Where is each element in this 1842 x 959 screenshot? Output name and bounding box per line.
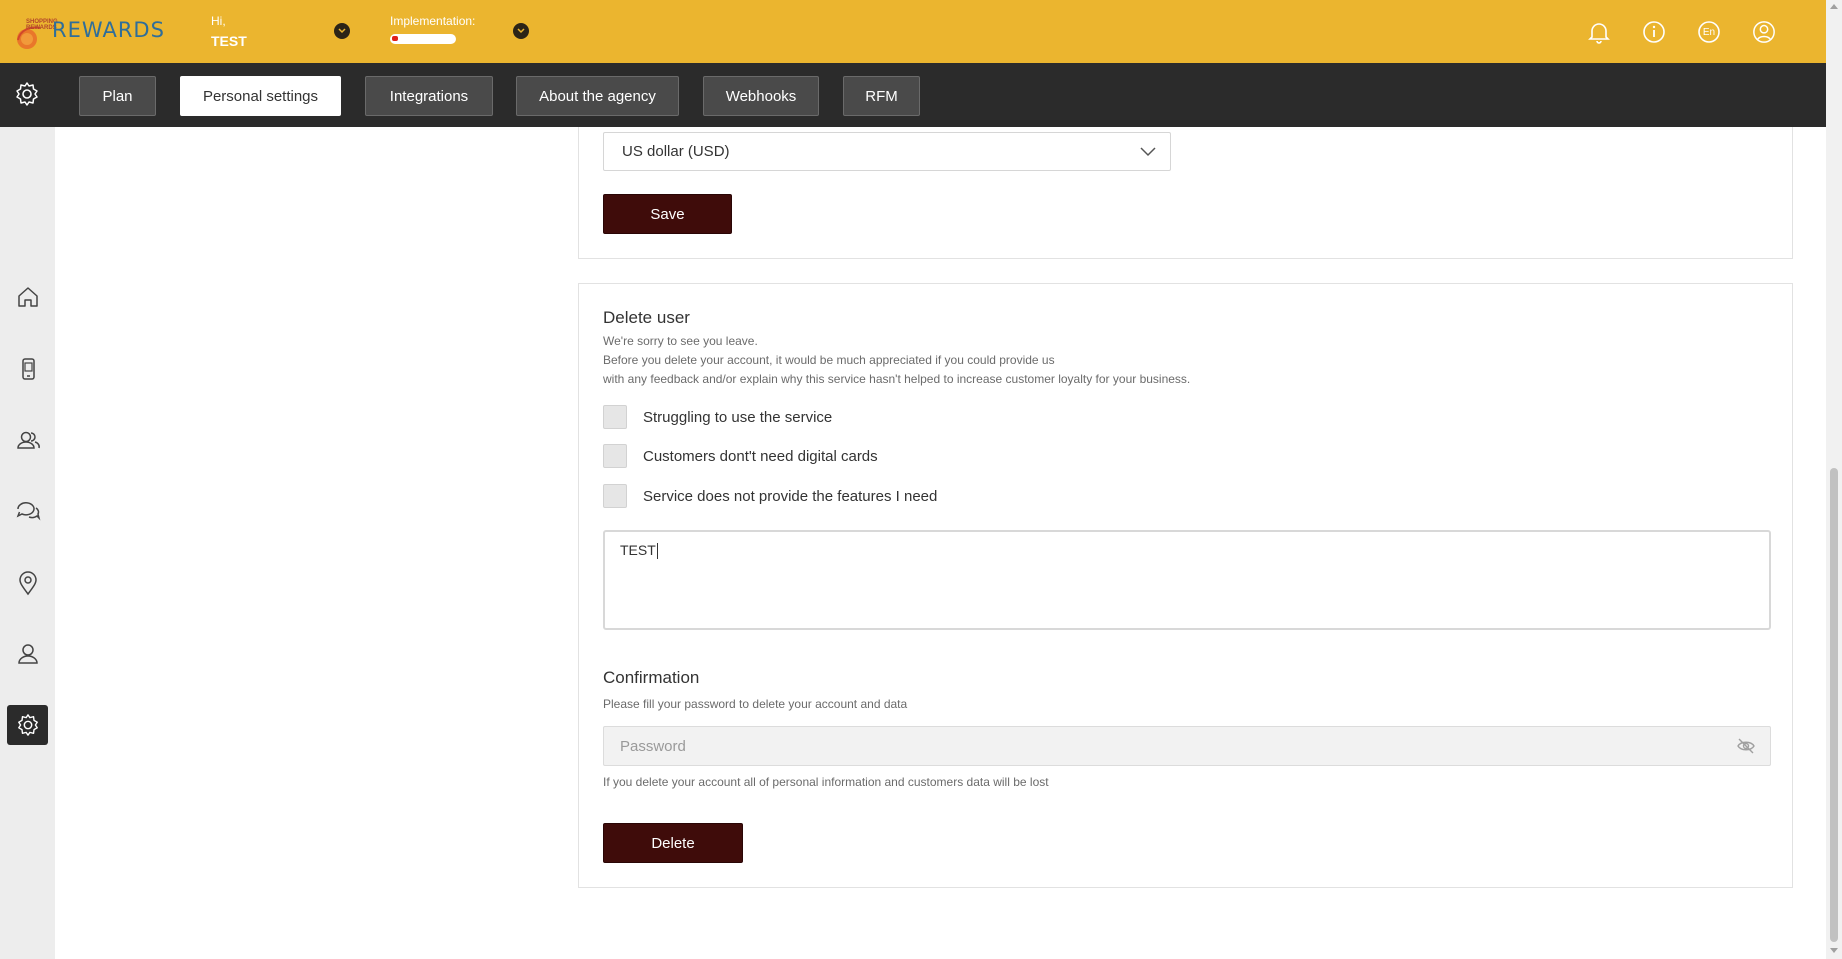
implementation-chevron-icon[interactable] bbox=[513, 23, 529, 39]
page-scrollbar[interactable] bbox=[1826, 0, 1842, 959]
scroll-down-arrow-icon[interactable] bbox=[1830, 948, 1838, 953]
app-logo[interactable]: SHOPPING REWARDS REWARDS bbox=[14, 16, 174, 50]
user-menu-chevron-icon[interactable] bbox=[334, 23, 350, 39]
reason-option: Customers dont't need digital cards bbox=[603, 444, 878, 468]
info-icon[interactable] bbox=[1642, 20, 1666, 44]
reason-label: Customers dont't need digital cards bbox=[643, 447, 878, 465]
feedback-textarea[interactable]: TEST bbox=[603, 530, 1771, 630]
save-button[interactable]: Save bbox=[603, 194, 732, 234]
reason-label: Service does not provide the features I … bbox=[643, 487, 938, 505]
language-code: En bbox=[1702, 26, 1716, 38]
tab-integrations[interactable]: Integrations bbox=[365, 76, 493, 116]
delete-user-card: Delete user We're sorry to see you leave… bbox=[578, 283, 1793, 888]
tab-rfm[interactable]: RFM bbox=[843, 76, 920, 116]
mobile-card-icon[interactable] bbox=[7, 349, 48, 389]
logo-text: REWARDS bbox=[52, 18, 165, 42]
implementation-progress-fill bbox=[392, 36, 399, 41]
user-account-icon[interactable] bbox=[1752, 20, 1776, 44]
top-header: SHOPPING REWARDS REWARDS Hi, TEST Implem… bbox=[0, 0, 1826, 63]
user-icon[interactable] bbox=[7, 634, 48, 674]
scrollbar-thumb[interactable] bbox=[1830, 468, 1838, 942]
chat-icon[interactable] bbox=[7, 491, 48, 531]
delete-user-line-1: We're sorry to see you leave. bbox=[603, 334, 758, 348]
implementation-status: Implementation: bbox=[390, 14, 475, 44]
delete-user-line-2: Before you delete your account, it would… bbox=[603, 353, 1055, 367]
implementation-progress-bar bbox=[390, 34, 456, 44]
implementation-label: Implementation: bbox=[390, 14, 476, 28]
eye-off-icon[interactable] bbox=[1736, 737, 1756, 755]
currency-select[interactable]: US dollar (USD) bbox=[603, 132, 1171, 171]
currency-select-value: US dollar (USD) bbox=[622, 143, 730, 160]
delete-user-line-3: with any feedback and/or explain why thi… bbox=[603, 372, 1191, 386]
left-sidebar bbox=[0, 127, 55, 959]
user-name: TEST bbox=[211, 33, 247, 49]
currency-card: US dollar (USD) Save bbox=[578, 127, 1793, 259]
reason-checkbox[interactable] bbox=[603, 405, 627, 429]
customers-icon[interactable] bbox=[7, 420, 48, 460]
tab-plan[interactable]: Plan bbox=[79, 76, 156, 116]
user-greeting: Hi, TEST bbox=[211, 14, 247, 49]
home-icon[interactable] bbox=[7, 277, 48, 317]
location-icon[interactable] bbox=[7, 563, 48, 603]
reason-checkbox[interactable] bbox=[603, 444, 627, 468]
settings-nav-bar: Plan Personal settings Integrations Abou… bbox=[0, 63, 1826, 127]
reason-checkbox[interactable] bbox=[603, 484, 627, 508]
feedback-text: TEST bbox=[620, 542, 656, 558]
reason-option: Service does not provide the features I … bbox=[603, 484, 937, 508]
confirmation-text: Please fill your password to delete your… bbox=[603, 697, 908, 711]
delete-button[interactable]: Delete bbox=[603, 823, 743, 863]
reason-option: Struggling to use the service bbox=[603, 405, 832, 429]
tab-personal-settings[interactable]: Personal settings bbox=[180, 76, 341, 116]
language-icon[interactable]: En bbox=[1697, 20, 1721, 44]
scroll-up-arrow-icon[interactable] bbox=[1830, 4, 1838, 9]
password-field[interactable]: Password bbox=[603, 726, 1771, 766]
greeting-text: Hi, bbox=[211, 14, 226, 28]
reason-label: Struggling to use the service bbox=[643, 408, 833, 426]
delete-warning-text: If you delete your account all of person… bbox=[603, 775, 1049, 789]
tab-about-the-agency[interactable]: About the agency bbox=[516, 76, 679, 116]
delete-user-title: Delete user bbox=[603, 308, 690, 327]
bell-icon[interactable] bbox=[1587, 20, 1611, 44]
tab-webhooks[interactable]: Webhooks bbox=[703, 76, 819, 116]
settings-gear-icon bbox=[16, 82, 38, 106]
text-cursor bbox=[656, 543, 658, 560]
settings-icon[interactable] bbox=[7, 705, 48, 745]
chevron-down-icon bbox=[1140, 147, 1156, 157]
confirmation-title: Confirmation bbox=[603, 668, 700, 687]
password-placeholder: Password bbox=[620, 737, 686, 755]
